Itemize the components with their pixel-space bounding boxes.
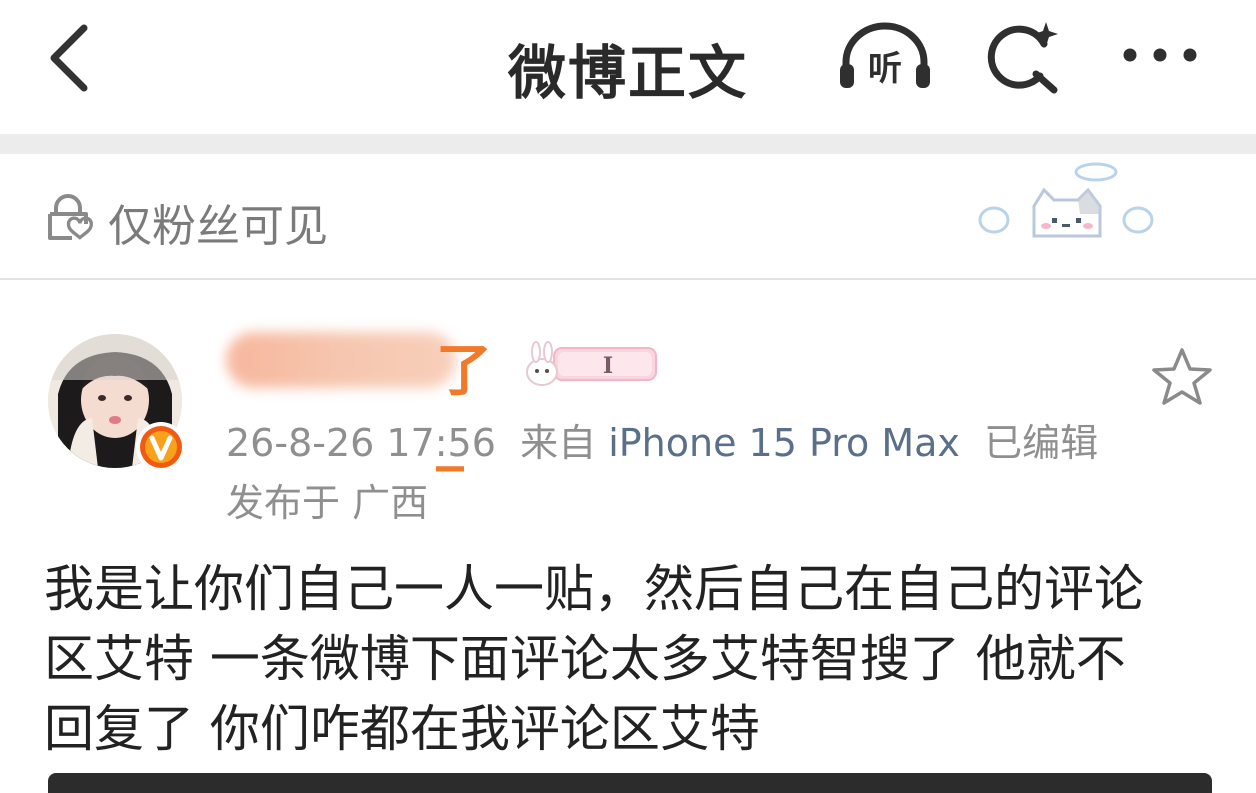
more-icon[interactable] bbox=[1118, 40, 1202, 70]
post-meta: 26-8-26 17:56 来自 iPhone 15 Pro Max 已编辑 bbox=[226, 412, 1098, 467]
username-blurred bbox=[226, 332, 456, 388]
tag-label: I bbox=[603, 353, 613, 379]
cat-sticker-icon bbox=[978, 162, 1154, 238]
content-line: 回复了 你们咋都在我评论区艾特 bbox=[44, 700, 760, 758]
edited-label: 已编辑 bbox=[984, 421, 1099, 465]
top-bar: 微博正文 听 bbox=[0, 0, 1256, 134]
verified-v-icon bbox=[136, 422, 186, 472]
post-content: 我是让你们自己一人一贴，然后自己在自己的评论 区艾特 一条微博下面评论太多艾特智… bbox=[44, 554, 1224, 764]
post-location: 发布于 广西 bbox=[226, 481, 429, 525]
member-tag: I bbox=[526, 341, 657, 386]
source-prefix: 来自 bbox=[520, 421, 597, 465]
star-icon[interactable] bbox=[1150, 346, 1214, 408]
lock-icon bbox=[48, 194, 93, 240]
content-line: 我是让你们自己一人一贴，然后自己在自己的评论 bbox=[44, 560, 1144, 618]
post-image-top[interactable] bbox=[48, 773, 1212, 793]
search-sparkle-icon[interactable] bbox=[984, 18, 1064, 94]
page-title: 微博正文 bbox=[507, 39, 748, 107]
visibility-text: 仅粉丝可见 bbox=[108, 201, 328, 252]
section-divider bbox=[0, 134, 1256, 154]
listen-label: 听 bbox=[868, 49, 902, 89]
headphones-icon[interactable]: 听 bbox=[836, 18, 934, 92]
source-device[interactable]: iPhone 15 Pro Max bbox=[608, 421, 960, 465]
post-time: 26-8-26 17:56 bbox=[226, 421, 496, 465]
content-line: 区艾特 一条微博下面评论太多艾特智搜了 他就不 bbox=[44, 630, 1126, 688]
